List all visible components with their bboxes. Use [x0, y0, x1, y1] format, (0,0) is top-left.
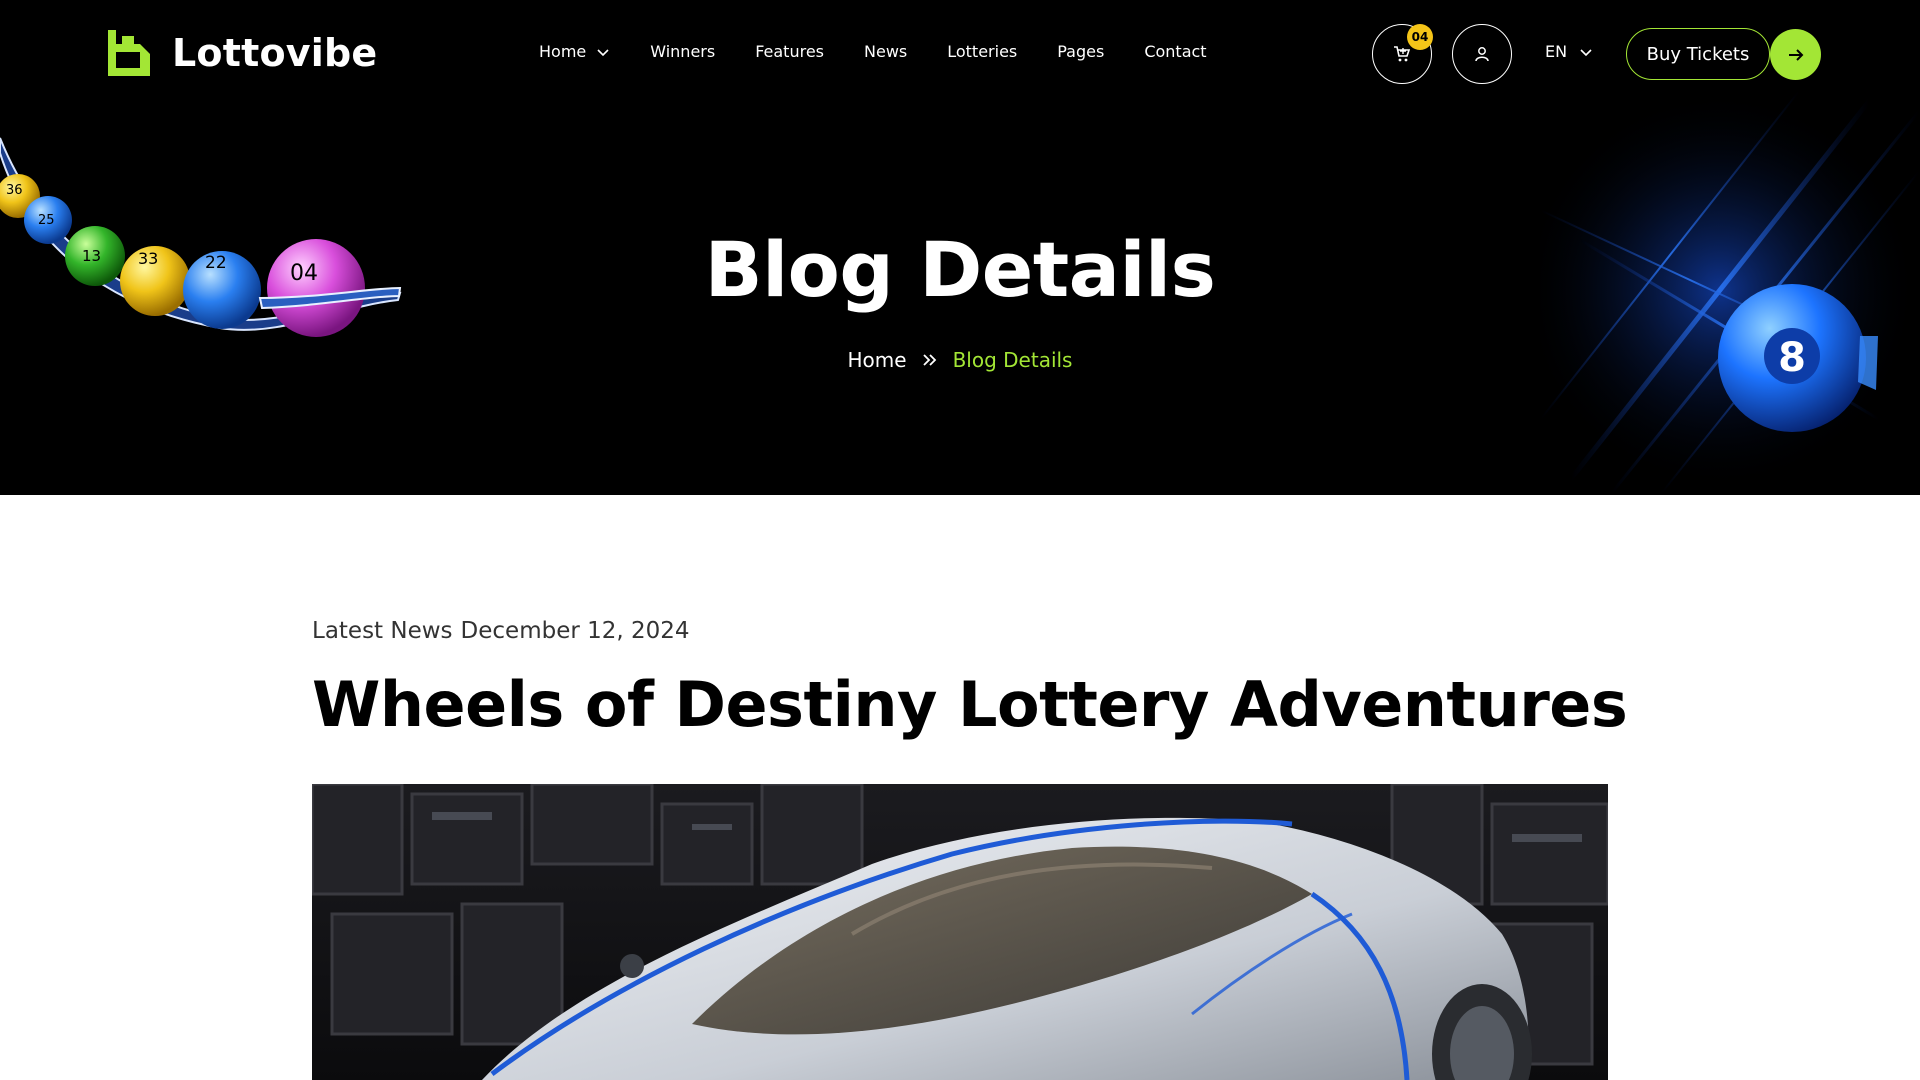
buy-tickets-label: Buy Tickets: [1646, 43, 1750, 65]
buy-tickets-button[interactable]: Buy Tickets: [1626, 28, 1770, 80]
user-icon: [1475, 47, 1489, 62]
nav-label: Pages: [1057, 42, 1105, 61]
arrow-right-icon: [1788, 48, 1803, 61]
nav-label: Home: [539, 42, 587, 61]
nav-item-pages[interactable]: Pages: [1057, 42, 1104, 61]
chevron-down-icon: [597, 48, 609, 56]
article-featured-image: [312, 784, 1608, 1080]
page-title: Blog Details: [704, 225, 1216, 314]
account-button[interactable]: [1452, 24, 1512, 84]
nav-label: Lotteries: [947, 42, 1018, 61]
car-photo: [312, 784, 1608, 1080]
chevron-down-icon: [1580, 48, 1592, 56]
nav-item-contact[interactable]: Contact: [1144, 42, 1206, 61]
article-date: December 12, 2024: [460, 618, 690, 644]
nav-label: Contact: [1144, 42, 1207, 61]
double-chevron-right-icon: [922, 354, 936, 366]
nav-item-home[interactable]: Home: [539, 42, 610, 61]
article-title: Wheels of Destiny Lottery Adventures: [312, 668, 1628, 741]
article-category[interactable]: Latest News: [312, 618, 453, 644]
page-hero: Lottovibe Home Winners Features News Lot…: [0, 0, 1920, 495]
cart-count-badge: 04: [1407, 24, 1433, 50]
brand-name: Lottovibe: [172, 31, 378, 75]
buy-tickets-arrow-button[interactable]: [1770, 29, 1821, 80]
ball-number: 36: [6, 183, 23, 198]
nav-item-lotteries[interactable]: Lotteries: [947, 42, 1017, 61]
breadcrumb: Home Blog Details: [0, 348, 1920, 372]
article-meta: Latest News December 12, 2024: [312, 618, 690, 644]
language-selector[interactable]: EN: [1545, 42, 1593, 61]
cart-icon: [1394, 46, 1411, 62]
cart-button[interactable]: 04: [1372, 24, 1433, 84]
main-nav: Home Winners Features News Lotteries Pag…: [539, 42, 1247, 61]
nav-item-news[interactable]: News: [864, 42, 907, 61]
nav-item-winners[interactable]: Winners: [650, 42, 715, 61]
nav-label: Features: [755, 42, 824, 61]
language-label: EN: [1545, 42, 1568, 61]
breadcrumb-home-link[interactable]: Home: [848, 348, 907, 372]
breadcrumb-current: Blog Details: [952, 348, 1073, 372]
nav-label: News: [864, 42, 908, 61]
logo-mark-icon: [108, 30, 150, 76]
nav-item-features[interactable]: Features: [755, 42, 824, 61]
nav-label: Winners: [650, 42, 716, 61]
logo[interactable]: Lottovibe: [106, 28, 377, 78]
